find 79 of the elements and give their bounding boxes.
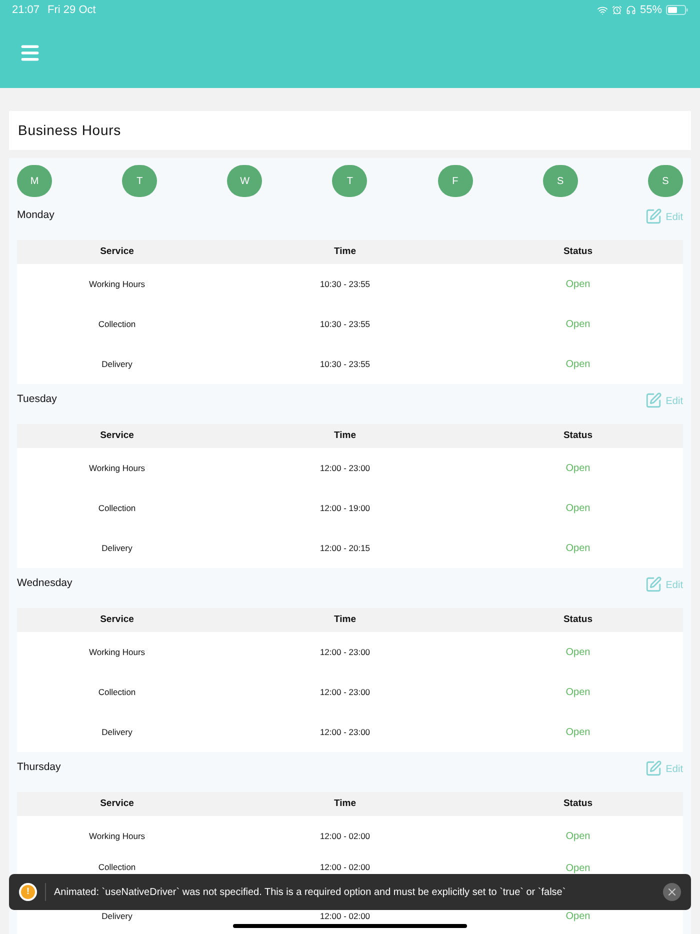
column-header: Time	[332, 796, 357, 811]
edit-icon	[644, 392, 662, 409]
column-header: Status	[562, 428, 594, 443]
time-cell-text: 10:30 - 23:55	[318, 358, 372, 370]
day-name: Thursday	[17, 760, 61, 775]
edit-button[interactable]: Edit	[644, 392, 683, 409]
status-cell-text: Open	[564, 862, 592, 876]
column-header: Time	[332, 428, 357, 443]
service-cell-text: Delivery	[100, 542, 134, 554]
day-button[interactable]: F	[438, 165, 473, 197]
warning-icon: !	[19, 883, 37, 901]
status-cell-text: Open	[564, 686, 592, 700]
time-cell-text: 12:00 - 20:15	[318, 542, 372, 554]
day-button[interactable]: S	[542, 165, 578, 197]
time-cell-text: 12:00 - 23:00	[318, 646, 372, 658]
close-icon	[666, 886, 678, 898]
day-button[interactable]: W	[227, 165, 262, 197]
time-cell-text: 12:00 - 23:00	[318, 686, 372, 698]
status-cell-text: Open	[564, 358, 592, 372]
time-cell-text: 12:00 - 23:00	[318, 462, 372, 474]
time-cell-text: 12:00 - 23:00	[318, 726, 372, 738]
status-time: 21:07	[12, 2, 40, 18]
edit-icon	[644, 760, 662, 777]
wifi-icon	[596, 4, 608, 16]
alarm-icon	[612, 5, 622, 15]
service-cell-text: Working Hours	[88, 278, 146, 290]
column-header: Service	[99, 612, 135, 627]
battery-percent: 55%	[640, 2, 662, 18]
day-button[interactable]: T	[332, 165, 368, 197]
service-cell-text: Working Hours	[88, 830, 146, 842]
service-cell-text: Working Hours	[88, 646, 146, 658]
edit-button[interactable]: Edit	[644, 576, 683, 593]
day-name: Wednesday	[17, 576, 72, 591]
status-cell-text: Open	[564, 542, 592, 556]
status-cell-text: Open	[564, 910, 592, 924]
service-cell-text: Delivery	[100, 358, 134, 370]
column-header: Service	[99, 428, 135, 443]
service-cell-text: Collection	[97, 861, 137, 874]
time-cell-text: 12:00 - 02:00	[318, 910, 372, 922]
edit-icon	[644, 208, 662, 225]
service-cell-text: Working Hours	[88, 462, 146, 474]
page-title: Business Hours	[18, 121, 121, 140]
headphones-icon	[626, 5, 636, 15]
column-header: Status	[562, 244, 594, 259]
status-cell-text: Open	[564, 462, 592, 476]
column-header: Service	[99, 244, 135, 259]
day-button[interactable]: M	[17, 165, 52, 197]
service-cell-text: Collection	[97, 318, 137, 330]
time-cell-text: 12:00 - 02:00	[318, 830, 372, 842]
column-header: Time	[332, 612, 357, 627]
day-button[interactable]: T	[122, 165, 158, 197]
time-cell-text: 10:30 - 23:55	[318, 318, 372, 330]
status-date: Fri 29 Oct	[48, 2, 96, 18]
service-cell-text: Collection	[97, 686, 137, 698]
service-cell-text: Collection	[97, 502, 137, 514]
time-cell-text: 10:30 - 23:55	[318, 278, 372, 290]
warning-message: Animated: `useNativeDriver` was not specified. This is a required option and must be explicitly set to `true` or `false`	[54, 886, 567, 900]
edit-button[interactable]: Edit	[644, 208, 683, 225]
time-cell-text: 12:00 - 19:00	[318, 502, 372, 514]
day-name: Monday	[17, 208, 54, 223]
service-cell-text: Delivery	[100, 726, 134, 738]
close-button[interactable]	[663, 883, 681, 901]
status-cell-text: Open	[564, 502, 592, 516]
status-cell-text: Open	[564, 726, 592, 740]
status-cell-text: Open	[564, 278, 592, 292]
edit-icon	[644, 576, 662, 593]
column-header: Time	[332, 244, 357, 259]
column-header: Status	[562, 612, 594, 627]
service-cell-text: Delivery	[100, 910, 134, 922]
day-name: Tuesday	[17, 392, 57, 407]
column-header: Service	[99, 796, 135, 811]
time-cell-text: 12:00 - 02:00	[318, 861, 372, 874]
edit-button[interactable]: Edit	[644, 760, 683, 777]
status-cell-text: Open	[564, 318, 592, 332]
column-header: Status	[562, 796, 594, 811]
day-button[interactable]: S	[648, 165, 683, 197]
battery-icon	[666, 5, 688, 15]
status-cell-text: Open	[564, 830, 592, 844]
status-cell-text: Open	[564, 646, 592, 660]
